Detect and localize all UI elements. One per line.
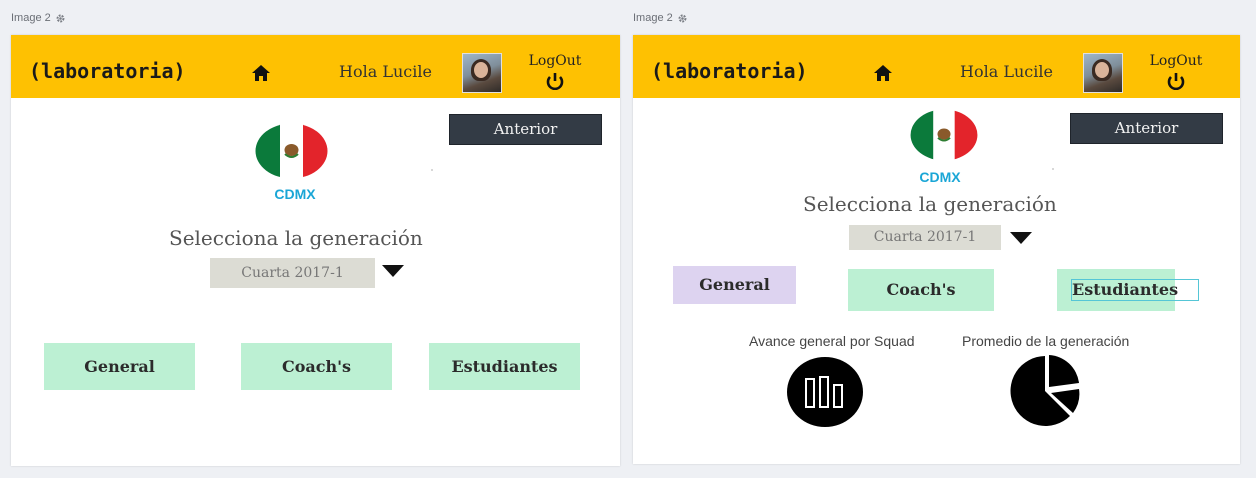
caret-down-icon[interactable] <box>382 265 404 277</box>
avatar[interactable] <box>1083 53 1123 93</box>
avatar[interactable] <box>462 53 502 93</box>
generation-title: Selecciona la generación <box>803 192 1057 216</box>
top-bar: (laboratoria) Hola Lucile LogOut <box>11 35 620 98</box>
mexico-flag-icon <box>910 109 978 161</box>
gear-icon[interactable] <box>55 13 66 24</box>
panel-label-1: Image 2 <box>11 12 66 24</box>
squad-progress-label: Avance general por Squad <box>749 333 915 349</box>
greeting: Hola Lucile <box>339 62 432 81</box>
stray-dot <box>431 169 433 171</box>
panel-label-text: Image 2 <box>11 12 51 24</box>
students-button-label: Estudiantes <box>1071 279 1200 301</box>
power-icon <box>546 73 564 90</box>
generation-select[interactable]: Cuarta 2017-1 <box>849 225 1001 250</box>
general-button[interactable]: General <box>44 343 195 390</box>
panel-label-text: Image 2 <box>633 12 673 24</box>
home-icon[interactable] <box>873 63 893 83</box>
screen-card-1: (laboratoria) Hola Lucile LogOut Anterio… <box>11 35 620 466</box>
caret-down-icon[interactable] <box>1010 232 1032 244</box>
mexico-flag-icon <box>255 123 328 179</box>
anterior-button[interactable]: Anterior <box>449 114 602 145</box>
bar-chart-icon[interactable] <box>787 357 863 427</box>
stray-dot <box>1052 168 1054 170</box>
students-button[interactable]: Estudiantes <box>1057 269 1200 311</box>
logout-button[interactable]: LogOut <box>525 53 585 90</box>
coach-button[interactable]: Coach's <box>848 269 994 311</box>
generation-title: Selecciona la generación <box>169 226 423 250</box>
screen-card-2: (laboratoria) Hola Lucile LogOut Anterio… <box>633 35 1240 464</box>
logout-button[interactable]: LogOut <box>1146 53 1206 90</box>
home-icon[interactable] <box>251 63 271 83</box>
generation-average-label: Promedio de la generación <box>962 333 1130 349</box>
top-bar: (laboratoria) Hola Lucile LogOut <box>633 35 1240 98</box>
coach-button[interactable]: Coach's <box>241 343 392 390</box>
greeting: Hola Lucile <box>960 62 1053 81</box>
panel-label-2: Image 2 <box>633 12 688 24</box>
gear-icon[interactable] <box>677 13 688 24</box>
logout-label: LogOut <box>528 53 582 69</box>
logo[interactable]: (laboratoria) <box>29 59 186 83</box>
city-label: CDMX <box>274 186 316 202</box>
power-icon <box>1167 73 1185 90</box>
pie-chart-icon[interactable] <box>1009 355 1081 427</box>
logout-label: LogOut <box>1149 53 1203 69</box>
students-button[interactable]: Estudiantes <box>429 343 580 390</box>
city-label: CDMX <box>919 169 961 185</box>
general-button[interactable]: General <box>673 266 796 304</box>
logo[interactable]: (laboratoria) <box>651 59 808 83</box>
anterior-button[interactable]: Anterior <box>1070 113 1223 144</box>
generation-select[interactable]: Cuarta 2017-1 <box>210 258 375 288</box>
